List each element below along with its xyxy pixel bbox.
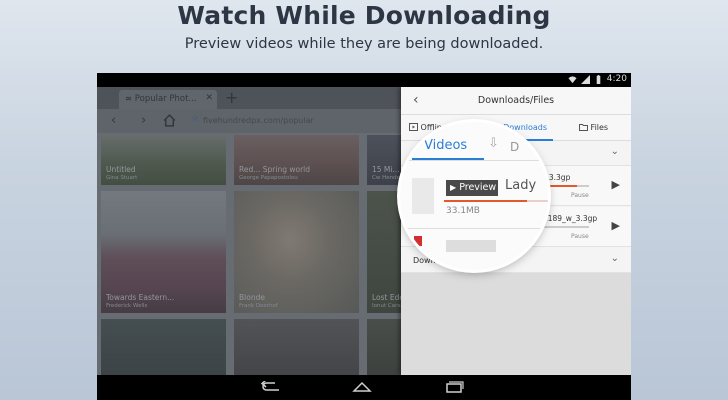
back-icon[interactable] [261,381,281,393]
play-icon[interactable]: ▶ [612,219,620,232]
video-title: Lady [505,178,537,193]
magnifier-callout: Videos ⇩ D ▶ Preview Lady 33.1MB [400,122,548,270]
recent-apps-icon[interactable] [444,381,464,393]
download-icon: ⇩ [488,136,499,151]
signal-icon [580,74,590,84]
progress-fill [444,200,528,202]
download-state: Pause [571,192,589,199]
divider [400,228,548,229]
chevron-down-icon: ⌄ [610,146,619,157]
download-filename: ce189_w_3.3gp [539,214,598,223]
download-state: Pause [571,233,589,240]
play-icon[interactable]: ▶ [612,178,620,191]
tab-files[interactable]: Files [579,123,608,132]
tab-label: Files [590,123,609,132]
folder-icon [579,124,588,131]
video-file-icon [409,123,418,131]
download-progress [444,200,548,202]
file-size: 33.1MB [446,206,480,216]
tab-videos[interactable]: Videos [424,138,467,153]
tab-partial-label: D [510,140,520,154]
wifi-icon [568,75,577,83]
panel-empty-area [401,273,631,375]
panel-header: ‹ Downloads/Files [401,87,631,115]
home-button-icon[interactable] [352,381,372,393]
chevron-down-icon: ⌄ [610,253,619,264]
battery-icon [596,74,601,84]
play-icon: ▶ [450,183,457,192]
android-nav-bar [97,375,631,400]
preview-label: Preview [459,182,497,193]
divider [400,160,548,161]
file-type-icon [414,236,422,246]
status-time: 4:20 [606,74,627,84]
hero-title: Watch While Downloading [177,1,551,30]
hero-subtitle: Preview videos while they are being down… [184,36,544,52]
status-bar: 4:20 [97,73,631,87]
video-thumbnail [412,178,434,214]
tablet-frame: 4:20 ∞ Popular Phot... ✕ + ‹ › ☆ fivehun… [97,73,631,400]
preview-button-ghost [446,240,496,252]
panel-title: Downloads/Files [477,95,555,106]
preview-button[interactable]: ▶ Preview [446,180,498,196]
